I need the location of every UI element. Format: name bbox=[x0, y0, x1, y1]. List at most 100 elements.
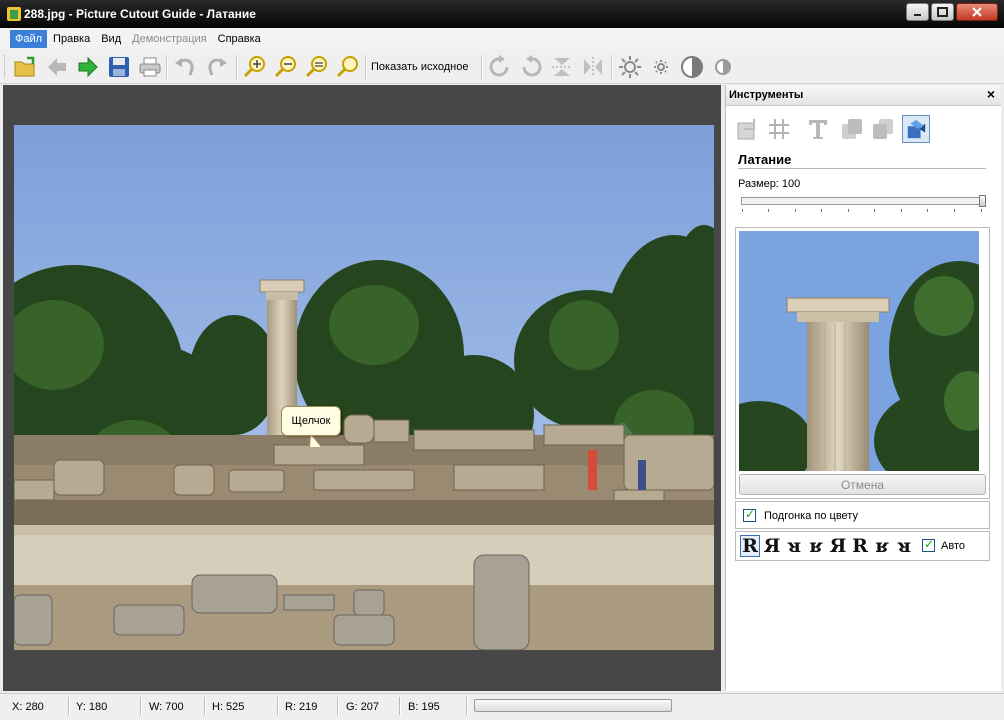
orientation-option[interactable]: R bbox=[740, 535, 760, 557]
undo-icon bbox=[175, 58, 194, 76]
brightness-down-button[interactable] bbox=[647, 53, 675, 81]
crop-tool-button[interactable] bbox=[734, 115, 762, 143]
crop-icon bbox=[737, 119, 755, 140]
photo[interactable] bbox=[14, 125, 714, 650]
toolbar-separator bbox=[481, 55, 483, 79]
redo-button[interactable] bbox=[203, 53, 231, 81]
cancel-button[interactable]: Отмена bbox=[739, 474, 986, 495]
auto-checkbox[interactable] bbox=[922, 537, 935, 552]
zoom-actual-icon bbox=[336, 56, 358, 78]
rotate-right-icon bbox=[489, 55, 509, 77]
auto-label: Авто bbox=[941, 540, 965, 552]
orientation-option[interactable]: Я bbox=[828, 535, 848, 557]
menu-demo[interactable]: Демонстрация bbox=[127, 30, 212, 48]
show-original-button[interactable]: Показать исходное bbox=[371, 61, 468, 73]
zoom-fit-icon bbox=[305, 56, 327, 78]
orientation-option[interactable]: ʁ bbox=[806, 535, 826, 557]
contrast-up-icon bbox=[681, 56, 703, 78]
status-green: G: 207 bbox=[346, 701, 380, 713]
size-label: Размер: 100 bbox=[738, 178, 801, 190]
contrast-down-button[interactable] bbox=[709, 53, 737, 81]
layer-down-icon bbox=[873, 119, 893, 139]
flip-vertical-icon bbox=[552, 58, 572, 76]
status-separator bbox=[337, 697, 339, 715]
flip-vertical-button[interactable] bbox=[548, 53, 576, 81]
maximize-button[interactable] bbox=[931, 3, 954, 21]
forward-arrow-icon bbox=[78, 56, 98, 78]
close-window-button[interactable] bbox=[956, 3, 998, 21]
ruins-photo-image bbox=[14, 125, 714, 650]
orientation-option[interactable]: ᴚ bbox=[784, 535, 804, 557]
back-button[interactable] bbox=[43, 53, 71, 81]
slider-tick bbox=[795, 209, 796, 212]
status-separator bbox=[204, 697, 206, 715]
app-window: 288.jpg - Picture Cutout Guide - Латание… bbox=[0, 0, 1004, 720]
toolbar-separator bbox=[236, 55, 238, 79]
status-red: R: 219 bbox=[285, 701, 318, 713]
tool-icons-row bbox=[734, 115, 994, 145]
grid-tool-button[interactable] bbox=[765, 115, 793, 143]
layer-down-tool-button[interactable] bbox=[869, 115, 897, 143]
forward-button[interactable] bbox=[74, 53, 102, 81]
orientation-option[interactable]: Я bbox=[762, 535, 782, 557]
close-icon bbox=[972, 7, 982, 17]
rotate-right-button[interactable] bbox=[486, 53, 514, 81]
orientation-option[interactable]: R bbox=[850, 535, 870, 557]
brightness-down-icon bbox=[654, 60, 668, 74]
grid-icon bbox=[769, 119, 789, 139]
toolbar-separator bbox=[166, 55, 168, 79]
status-separator bbox=[68, 697, 70, 715]
orientation-option[interactable]: ᴚ bbox=[894, 535, 914, 557]
zoom-fit-button[interactable] bbox=[303, 53, 331, 81]
size-slider-thumb[interactable] bbox=[979, 195, 986, 207]
zoom-in-button[interactable] bbox=[241, 53, 269, 81]
zoom-out-button[interactable] bbox=[272, 53, 300, 81]
flip-horizontal-button[interactable] bbox=[579, 53, 607, 81]
toolbar: Показать исходное bbox=[0, 49, 1004, 84]
section-divider bbox=[738, 168, 986, 169]
text-tool-icon bbox=[809, 120, 827, 139]
redo-icon bbox=[208, 58, 227, 76]
preview-image bbox=[739, 231, 979, 471]
menu-file[interactable]: Файл bbox=[10, 29, 48, 48]
menu-help[interactable]: Справка bbox=[213, 30, 266, 48]
orientation-group: R Я ᴚ ʁ Я R ʁ ᴚ Авто bbox=[735, 531, 990, 561]
size-slider[interactable] bbox=[741, 197, 983, 205]
menu-view[interactable]: Вид bbox=[96, 30, 126, 48]
orientation-option[interactable]: ʁ bbox=[872, 535, 892, 557]
patch-icon bbox=[907, 119, 926, 139]
save-button[interactable] bbox=[105, 53, 133, 81]
slider-tick bbox=[742, 209, 743, 212]
title-bar: 288.jpg - Picture Cutout Guide - Латание bbox=[0, 0, 1004, 28]
rotate-left-button[interactable] bbox=[517, 53, 545, 81]
brightness-up-button[interactable] bbox=[616, 53, 644, 81]
open-button[interactable] bbox=[11, 53, 39, 81]
zoom-out-icon bbox=[274, 56, 296, 78]
rotate-left-icon bbox=[522, 55, 542, 77]
panel-close-icon[interactable]: × bbox=[987, 86, 995, 102]
fit-color-group: Подгонка по цвету bbox=[735, 501, 990, 529]
progress-bar bbox=[474, 699, 672, 712]
maximize-icon bbox=[937, 7, 948, 17]
preview-box: Отмена bbox=[735, 227, 990, 499]
fit-color-checkbox[interactable] bbox=[743, 507, 756, 522]
undo-button[interactable] bbox=[171, 53, 199, 81]
contrast-up-button[interactable] bbox=[678, 53, 706, 81]
status-separator bbox=[466, 697, 468, 715]
image-canvas[interactable]: Щелчок bbox=[3, 85, 721, 691]
toolbar-grip[interactable] bbox=[4, 55, 8, 77]
patch-tool-button[interactable] bbox=[902, 115, 930, 143]
minimize-button[interactable] bbox=[906, 3, 929, 21]
back-arrow-icon bbox=[48, 58, 66, 76]
slider-tick bbox=[927, 209, 928, 212]
panel-title: Инструменты bbox=[729, 89, 804, 101]
layer-up-tool-button[interactable] bbox=[838, 115, 866, 143]
minimize-icon bbox=[914, 14, 921, 16]
text-tool-button[interactable] bbox=[804, 115, 832, 143]
menu-edit[interactable]: Правка bbox=[48, 30, 95, 48]
zoom-actual-button[interactable] bbox=[334, 53, 362, 81]
print-button[interactable] bbox=[136, 53, 164, 81]
click-tooltip: Щелчок bbox=[281, 406, 341, 436]
brightness-up-icon bbox=[619, 56, 641, 78]
print-icon bbox=[139, 57, 161, 77]
